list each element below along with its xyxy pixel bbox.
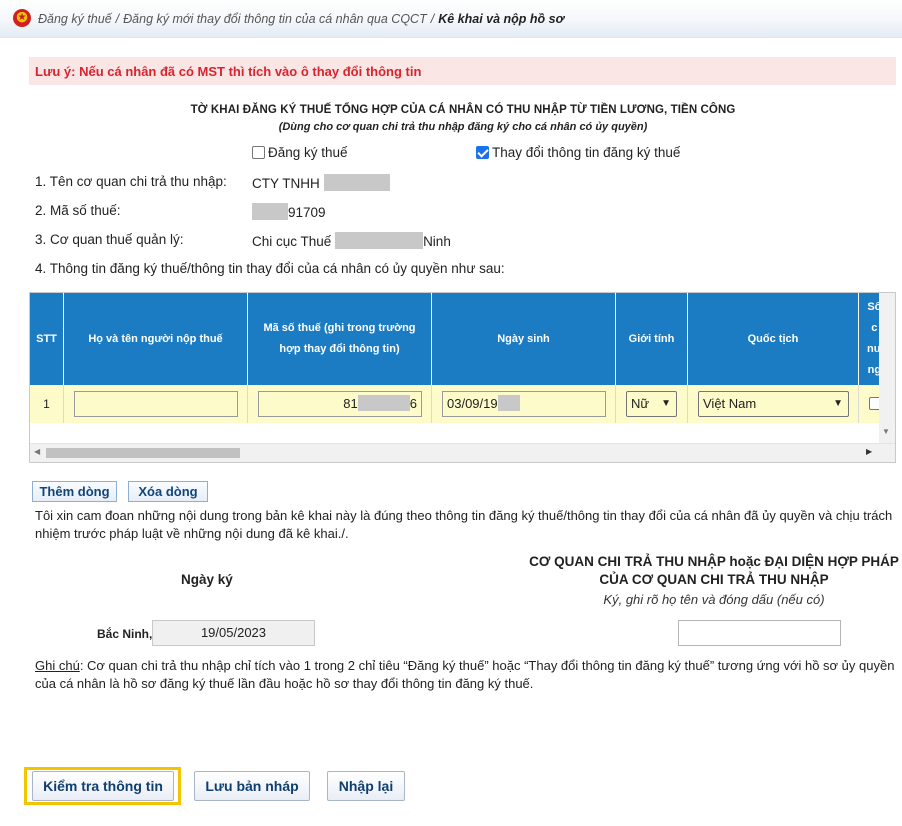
vertical-scrollbar[interactable]: ▼ (879, 293, 895, 443)
signer-input[interactable] (678, 620, 841, 646)
taxpayer-dob-input[interactable]: 03/09/19 (442, 391, 606, 417)
cell-dob: 03/09/19 (432, 385, 616, 423)
horizontal-scrollbar[interactable]: ◀ ▶ (30, 443, 895, 462)
tax-code-label: 2. Mã số thuế: (35, 203, 121, 218)
cell-name (64, 385, 248, 423)
breadcrumb: Đăng ký thuế / Đăng ký mới thay đổi thông … (38, 12, 564, 26)
add-row-button[interactable]: Thêm dòng (32, 481, 117, 502)
cell-nationality: Việt Nam ▼ (688, 385, 859, 423)
taxpayer-name-input[interactable] (74, 391, 238, 417)
redacted-block (323, 174, 390, 191)
breadcrumb-item-new-change[interactable]: Đăng ký mới thay đổi thông tin của cá nh… (123, 12, 427, 26)
redacted-block (497, 395, 520, 411)
org-heading-line1: CƠ QUAN CHI TRẢ THU NHẬP hoặc ĐẠI DIỆN H… (529, 554, 899, 569)
change-info-option[interactable]: Thay đổi thông tin đăng ký thuế (476, 145, 680, 160)
cell-truncated (859, 385, 882, 423)
scroll-left-icon[interactable]: ◀ (34, 447, 40, 456)
sign-date-input[interactable]: 19/05/2023 (152, 620, 315, 646)
save-draft-button[interactable]: Lưu bản nháp (194, 771, 310, 801)
taxpayer-table: STT Họ và tên người nộp thuế Mã số thuế … (29, 292, 896, 463)
chevron-down-icon: ▼ (661, 398, 671, 409)
redacted-block (252, 203, 288, 220)
change-info-option-label: Thay đổi thông tin đăng ký thuế (492, 145, 681, 160)
check-info-button[interactable]: Kiểm tra thông tin (32, 771, 174, 801)
tax-code-value: 91709 (252, 203, 326, 220)
cell-gender: Nữ ▼ (616, 385, 688, 423)
table-header-row: STT Họ và tên người nộp thuế Mã số thuế … (30, 293, 895, 385)
col-header-name: Họ và tên người nộp thuế (64, 293, 248, 385)
note-text: Ghi chú: Cơ quan chi trả thu nhập chỉ tí… (35, 658, 895, 691)
scroll-down-icon[interactable]: ▼ (882, 427, 890, 436)
table-row: 1 81 6 03/09/19 Nữ ▼ Việt Nam ▼ (30, 385, 895, 423)
chevron-down-icon: ▼ (833, 398, 843, 409)
payer-name-label: 1. Tên cơ quan chi trả thu nhập: (35, 174, 227, 189)
form-title: TỜ KHAI ĐĂNG KÝ THUẾ TỔNG HỢP CỦA CÁ NHÂ… (190, 104, 736, 116)
change-info-checkbox[interactable] (476, 146, 489, 159)
col-header-gender: Giới tính (616, 293, 688, 385)
scrollbar-thumb[interactable] (46, 448, 240, 458)
redacted-block (335, 232, 424, 249)
delete-row-button[interactable]: Xóa dòng (128, 481, 208, 502)
cell-tax-code: 81 6 (248, 385, 432, 423)
reset-button[interactable]: Nhập lại (327, 771, 405, 801)
taxpayer-tax-code-input[interactable]: 81 6 (258, 391, 422, 417)
col-header-tax-code: Mã số thuế (ghi trong trường hợp thay đổ… (248, 293, 432, 385)
register-option-label: Đăng ký thuế (268, 145, 348, 160)
org-note: Ký, ghi rõ họ tên và đóng dấu (nếu có) (603, 592, 825, 607)
gender-select[interactable]: Nữ ▼ (626, 391, 677, 417)
sign-date-heading: Ngày ký (181, 572, 233, 587)
col-header-stt: STT (30, 293, 64, 385)
nationality-select[interactable]: Việt Nam ▼ (698, 391, 849, 417)
form-subtitle: (Dùng cho cơ quan chi trả thu nhập đăng … (278, 121, 648, 133)
section4-label: 4. Thông tin đăng ký thuế/thông tin thay… (35, 261, 505, 276)
register-checkbox[interactable] (252, 146, 265, 159)
register-option[interactable]: Đăng ký thuế (252, 145, 348, 160)
note-label: Ghi chú (35, 658, 80, 673)
notice-banner: Lưu ý: Nếu cá nhân đã có MST thì tích và… (29, 57, 896, 85)
redacted-block (357, 395, 410, 411)
national-emblem-icon (13, 9, 31, 27)
payer-name-value: CTY TNHH (252, 174, 390, 191)
col-header-nationality: Quốc tịch (688, 293, 859, 385)
tax-office-label: 3. Cơ quan thuế quản lý: (35, 232, 184, 247)
col-header-dob: Ngày sinh (432, 293, 616, 385)
scroll-right-icon[interactable]: ▶ (866, 447, 872, 456)
breadcrumb-current: Kê khai và nộp hồ sơ (438, 12, 564, 26)
declaration-text: Tôi xin cam đoan những nội dung trong bả… (35, 508, 893, 541)
cell-stt: 1 (30, 385, 64, 423)
breadcrumb-item-register[interactable]: Đăng ký thuế (38, 12, 112, 26)
sign-place: Bắc Ninh, (97, 627, 153, 641)
org-heading-line2: CỦA CƠ QUAN CHI TRẢ THU NHẬP (599, 572, 829, 587)
tax-office-value: Chi cục Thuế Ninh (252, 232, 451, 249)
